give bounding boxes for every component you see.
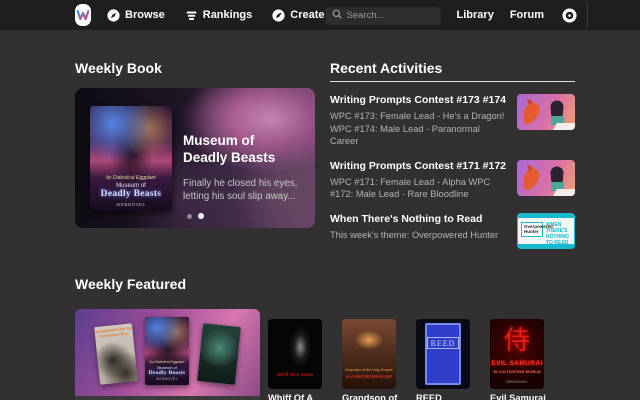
activity-thumbnail-overpowered-hunter: Overpowered Hunter WHEN THERE'S NOTHING …	[517, 213, 575, 249]
dragon-illustration	[517, 94, 575, 130]
activity-subtitle: WPC #171: Female Lead - Alpha WPC #172: …	[330, 176, 507, 201]
search-icon	[332, 9, 342, 19]
featured-row: Unparalleled After Ten Consecutive Dra..…	[75, 309, 575, 400]
nav-library[interactable]: Library	[457, 9, 494, 21]
featured-main-card[interactable]: Unparalleled After Ten Consecutive Dra..…	[75, 309, 260, 400]
nav-create-label: Create	[290, 9, 324, 21]
pen-icon	[272, 9, 285, 22]
nav-create[interactable]: Create	[272, 9, 324, 22]
cover-title-line2: Deadly Beasts	[145, 370, 189, 376]
activity-title: When There's Nothing to Read	[330, 213, 507, 226]
search-input[interactable]	[325, 7, 441, 25]
cover-brand: WEBNOVEL	[145, 377, 189, 381]
nav-browse-label: Browse	[125, 9, 165, 21]
compass-icon	[107, 9, 120, 22]
weekly-book-description: Finally he closed his eyes, letting his …	[183, 177, 301, 203]
top-nav-bar: Browse Rankings Create	[0, 0, 640, 30]
theme-toggle[interactable]	[562, 8, 577, 23]
theme-toggle-icon	[562, 8, 577, 23]
side-cover-text: Unparalleled After Ten Consecutive Dra..…	[94, 323, 133, 339]
featured-book-grandson-of-the-holy[interactable]: Guardian of the Holy Empire H.A NECROMAN…	[342, 319, 396, 400]
main-nav: Browse Rankings Create	[107, 9, 325, 22]
thumb-top-strip	[518, 214, 574, 218]
book-cover: Whiff Of A Scent	[268, 319, 322, 389]
webnovel-page: Browse Rankings Create	[0, 0, 640, 400]
thumb-caps-text: WHEN THERE'S NOTHING TO READ	[546, 222, 572, 246]
side-book-cover-right	[197, 323, 241, 385]
kanji-glyph: 侍	[490, 320, 544, 357]
cover-text-line1: EVIL SAMURAI	[490, 360, 544, 367]
featured-book-evil-samurai[interactable]: 侍 EVIL SAMURAI IN CULTIVATION WORLD WEBN…	[490, 319, 544, 400]
nav-forum[interactable]: Forum	[510, 9, 544, 21]
search-box	[325, 5, 441, 25]
logo-w-icon	[75, 7, 91, 23]
activity-thumbnail-dragon	[517, 94, 575, 130]
main-content: Weekly Book by Diabolical Eggplant Museu…	[0, 30, 640, 400]
cover-byline: by Diabolical Eggplant	[90, 175, 172, 181]
activity-subtitle: This week's theme: Overpowered Hunter	[330, 229, 507, 242]
avatar-image	[587, 2, 588, 28]
thumb-badge-text: Overpowered Hunter	[521, 222, 543, 237]
weekly-featured-heading: Weekly Featured	[75, 276, 575, 293]
nav-rankings[interactable]: Rankings	[185, 9, 253, 22]
book-title: Evil Samurai In Cultivatio...	[490, 393, 550, 400]
featured-book-whiff-of-a-scent[interactable]: Whiff Of A Scent Whiff Of A Scent Horror…	[268, 319, 322, 400]
side-book-cover-left: Unparalleled After Ten Consecutive Dra..…	[94, 323, 138, 385]
carousel-dot-2-active[interactable]	[198, 213, 204, 219]
weekly-featured-section: Weekly Featured Unparalleled After Ten C…	[75, 276, 575, 400]
cover-brand: WEBNOVEL	[490, 380, 544, 384]
carousel-dots	[75, 213, 315, 219]
cover-brand: WEBNOVEL	[90, 202, 172, 207]
book-cover: Guardian of the Holy Empire H.A NECROMAN…	[342, 319, 396, 389]
reed-book-shape: REED	[425, 323, 461, 385]
activity-thumbnail-dragon	[517, 160, 575, 196]
book-cover-museum-of-deadly-beasts: by Diabolical Eggplant Museum of Deadly …	[90, 106, 172, 211]
cover-text-line1: Guardian of the Holy Empire	[342, 368, 396, 372]
featured-book-reed[interactable]: REED REED Fantasy	[416, 319, 470, 400]
activity-title: Writing Prompts Contest #171 #172	[330, 160, 507, 173]
nav-browse[interactable]: Browse	[107, 9, 165, 22]
weekly-book-heading: Weekly Book	[75, 60, 315, 77]
thumb-bottom-strip	[518, 244, 574, 248]
book-title: REED	[416, 393, 476, 400]
activity-title: Writing Prompts Contest #173 #174	[330, 94, 507, 107]
cover-text: REED	[427, 337, 460, 349]
book-cover: REED	[416, 319, 470, 389]
carousel-dot-1[interactable]	[187, 214, 192, 219]
cover-text: Whiff Of A Scent	[268, 372, 322, 377]
activity-item[interactable]: When There's Nothing to Read This week's…	[330, 213, 575, 249]
featured-main-title: Museum of Deadly Beasts	[75, 396, 260, 400]
activity-subtitle: WPC #173: Female Lead - He's a Dragon! W…	[330, 110, 507, 148]
book-title: Grandson of the Holy...	[342, 393, 402, 400]
recent-activities-section: Recent Activities Writing Prompts Contes…	[330, 60, 575, 249]
section-divider	[330, 81, 575, 82]
cover-text-line2: IN CULTIVATION WORLD	[490, 369, 544, 374]
weekly-book-title: Museum of Deadly Beasts	[183, 132, 301, 166]
cover-byline: by Diabolical Eggplant	[145, 360, 189, 364]
webnovel-logo[interactable]	[75, 4, 91, 26]
user-avatar[interactable]	[587, 2, 588, 28]
dragon-illustration	[517, 160, 575, 196]
rankings-icon	[185, 9, 198, 22]
recent-activities-heading: Recent Activities	[330, 60, 575, 77]
book-cover: 侍 EVIL SAMURAI IN CULTIVATION WORLD WEBN…	[490, 319, 544, 389]
activity-item[interactable]: Writing Prompts Contest #173 #174 WPC #1…	[330, 94, 575, 148]
cover-text-line2: H.A NECROMANCER	[342, 374, 396, 379]
weekly-book-section: Weekly Book by Diabolical Eggplant Museu…	[75, 60, 315, 249]
nav-rankings-label: Rankings	[203, 9, 253, 21]
featured-collage: Unparalleled After Ten Consecutive Dra..…	[75, 309, 260, 396]
book-title: Whiff Of A Scent	[268, 393, 328, 400]
cover-title-line2: Deadly Beasts	[90, 189, 172, 199]
activity-item[interactable]: Writing Prompts Contest #171 #172 WPC #1…	[330, 160, 575, 201]
weekly-book-card[interactable]: by Diabolical Eggplant Museum of Deadly …	[75, 88, 315, 228]
center-book-cover-museum: by Diabolical Eggplant Museum of Deadly …	[145, 317, 189, 385]
